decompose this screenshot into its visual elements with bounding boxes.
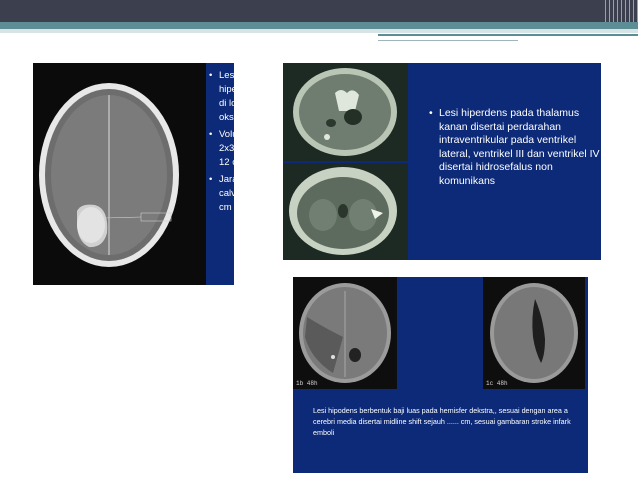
ct-scan-upper-drawing <box>283 63 408 161</box>
ct-scan-left-drawing <box>293 277 397 389</box>
ct-scan-lower-image <box>283 163 408 260</box>
ct-scan-upper-image <box>283 63 408 161</box>
ct-panel-infarct: 1b 48h 1c 48h Lesi hipodens berbentuk ba… <box>293 277 588 473</box>
accent-line <box>378 34 638 44</box>
infarct-caption: Lesi hipodens berbentuk baji luas pada h… <box>313 406 571 437</box>
ct-scan-lower-drawing <box>283 163 408 260</box>
ct-scan-right-image: 1c 48h <box>483 277 585 389</box>
bullet-item: Volume 2x3x4/2 = 12 cc <box>209 128 234 170</box>
scan-label: 1c 48h <box>486 380 508 387</box>
accent-line-short <box>378 40 518 41</box>
ct-scan-right-drawing <box>483 277 585 389</box>
bullet-item: Lesi hiperdens pada thalamus kanan diser… <box>429 107 601 188</box>
lesion-bullet-list: Lesi hiperdens di lobus oksipital kiri V… <box>209 69 234 218</box>
bullet-item: Lesi hiperdens di lobus oksipital kiri <box>209 69 234 125</box>
top-bar <box>0 0 638 22</box>
thalamus-bullet-list: Lesi hiperdens pada thalamus kanan diser… <box>429 107 601 188</box>
ct-panel-occipital: Lesi hiperdens di lobus oksipital kiri V… <box>33 63 234 285</box>
scan-label: 1b 48h <box>296 380 318 387</box>
light-band <box>0 29 638 33</box>
ct-scan-left-image: 1b 48h <box>293 277 397 389</box>
teal-band <box>0 22 638 29</box>
top-bar-stripes <box>602 0 638 22</box>
bullet-item: Jarak dari calvaria < 1 cm <box>209 173 234 215</box>
ct-scan-drawing <box>33 63 206 285</box>
ct-panel-thalamus: Lesi hiperdens pada thalamus kanan diser… <box>283 63 601 260</box>
ct-scan-axial-image <box>33 63 206 285</box>
